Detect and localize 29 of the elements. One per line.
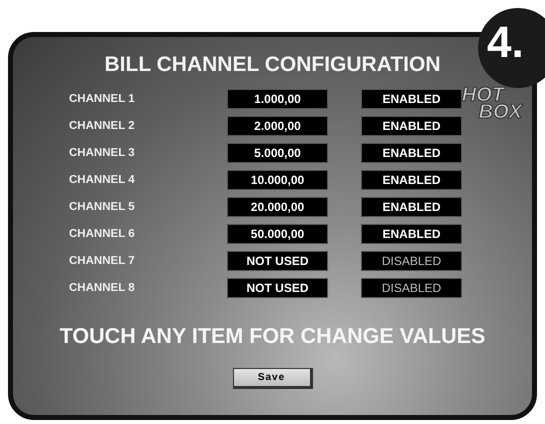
logo: HOT BOX (462, 87, 522, 121)
channel-status[interactable]: ENABLED (361, 224, 462, 244)
channel-label: CHANNEL 4 (69, 174, 136, 186)
channel-status[interactable]: ENABLED (361, 116, 462, 136)
channel-value[interactable]: 5.000,00 (227, 143, 328, 163)
channel-value[interactable]: 20.000,00 (227, 197, 328, 217)
channel-value[interactable]: 2.000,00 (227, 116, 328, 136)
channel-value[interactable]: NOT USED (227, 278, 328, 298)
channel-label: CHANNEL 2 (69, 120, 136, 132)
screen-title: BILL CHANNEL CONFIGURATION (104, 53, 440, 77)
channel-label: CHANNEL 3 (69, 147, 136, 159)
channel-label: CHANNEL 8 (69, 282, 136, 294)
instruction-text: TOUCH ANY ITEM FOR CHANGE VALUES (60, 324, 486, 349)
channel-value[interactable]: NOT USED (227, 251, 328, 271)
channel-status[interactable]: ENABLED (361, 143, 462, 163)
channel-value[interactable]: 10.000,00 (227, 170, 328, 190)
save-button[interactable]: Save (232, 368, 312, 389)
channel-status[interactable]: DISABLED (361, 278, 462, 298)
channel-status[interactable]: ENABLED (361, 197, 462, 217)
channel-label: CHANNEL 6 (69, 228, 136, 240)
channel-label: CHANNEL 1 (69, 93, 136, 105)
channel-status[interactable]: ENABLED (361, 170, 462, 190)
channel-status[interactable]: DISABLED (361, 251, 462, 271)
step-badge: 4. (478, 8, 545, 88)
channel-label: CHANNEL 7 (69, 255, 136, 267)
channel-status[interactable]: ENABLED (361, 89, 462, 109)
channel-value[interactable]: 50.000,00 (227, 224, 328, 244)
channel-label: CHANNEL 5 (69, 201, 136, 213)
channel-value[interactable]: 1.000,00 (227, 89, 328, 109)
